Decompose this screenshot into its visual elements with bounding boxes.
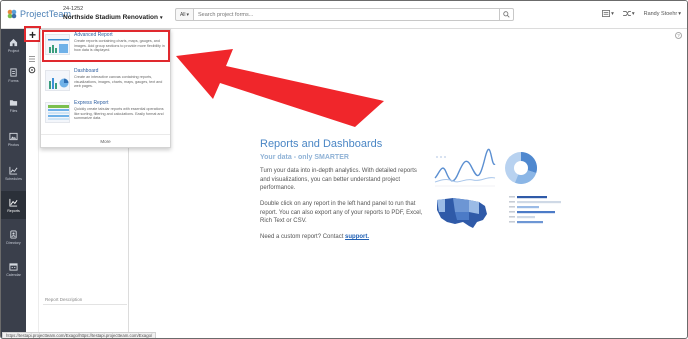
intro-paragraph: Turn your data into in-depth analytics. … [260,168,417,192]
menu-more-link[interactable]: More [41,139,170,144]
analytics-illustration [434,148,561,228]
nav-label: Schedules [5,176,22,181]
donut-chart-graphic [505,152,538,184]
search-bar: All ▾ [175,8,514,21]
home-icon [9,38,18,46]
menu-item-description: Quickly create tabular reports with esse… [74,107,164,121]
calendar-icon [9,262,18,271]
logo-mark-icon [7,9,17,19]
settings-icon[interactable] [28,66,36,74]
support-paragraph: Need a custom report? Contact support. [260,233,428,242]
nav-item-forms[interactable]: Forms [1,61,26,89]
project-selector[interactable]: 24-1252 Northside Stadium Renovation ▾ [63,6,163,21]
nav-item-schedules[interactable]: Schedules [1,159,26,187]
express-report-thumbnail [45,102,70,123]
nav-label: Photos [7,142,20,147]
caret-down-icon: ▾ [186,11,190,18]
nav-item-directory[interactable]: Directory [1,223,26,251]
search-scope-label: All [179,11,186,18]
highlight-box-advanced-report [42,30,170,62]
folder-icon [9,99,18,106]
nav-item-reports[interactable]: Reports [1,191,26,219]
top-bar: ProjectTeam 24-1252 Northside Stadium Re… [1,1,687,29]
photo-icon [9,132,18,140]
search-button[interactable] [500,8,514,21]
app-window: ProjectTeam 24-1252 Northside Stadium Re… [0,0,688,339]
caret-down-icon: ▾ [678,10,681,17]
dashboard-thumbnail [45,70,70,91]
nav-label: Project [7,48,20,53]
nav-label: Directory [6,240,21,245]
nav-label: Reports [7,208,20,213]
nav-label: Forms [8,78,19,83]
search-input[interactable] [194,8,500,21]
tasks-icon [602,10,610,17]
support-text: Need a custom report? Contact [260,234,346,240]
support-link[interactable]: support. [345,234,369,240]
instructions-paragraph: Double click on any report in the left h… [260,201,423,225]
help-icon[interactable]: ? [675,32,682,39]
user-menu[interactable]: Randy Stoehr ▾ [644,11,681,17]
search-icon [503,11,510,18]
search-scope-select[interactable]: All ▾ [175,8,194,21]
tasks-menu[interactable]: ▾ [602,10,614,17]
status-bar-url: https://testapi.projectteam.com/Exago/ht… [2,332,157,338]
app-logo[interactable]: ProjectTeam [7,9,71,19]
schedule-icon [9,166,18,175]
directory-icon [10,229,17,239]
menu-item-title: Express Report [74,100,109,106]
nav-item-project[interactable]: Project [1,31,26,59]
us-map-graphic [437,198,487,228]
page-title: Reports and Dashboards [260,138,383,150]
report-description-label: Report Description [45,297,83,302]
project-name-label: Northside Stadium Renovation [63,14,158,21]
divider [41,134,170,135]
left-nav: Project Forms Files Photos Schedules Rep… [1,29,26,338]
project-number: 24-1252 [63,6,84,12]
highlight-box-new-button [24,26,41,42]
caret-down-icon: ▾ [631,10,635,17]
caret-down-icon: ▾ [159,14,163,21]
nav-item-calendar[interactable]: Calendar [1,255,26,283]
list-icon[interactable] [28,55,36,63]
user-name: Randy Stoehr [643,10,678,17]
menu-item-title: Dashboard [74,68,99,74]
bar-chart-graphic [509,196,561,224]
menu-item-description: Create an interactive canvas containing … [74,75,163,89]
page-subtitle: Your data - only SMARTER [260,154,349,161]
line-chart-graphic [434,148,496,187]
caret-down-icon: ▾ [611,10,614,17]
nav-item-photos[interactable]: Photos [1,125,26,153]
nav-label: Calendar [6,272,21,277]
project-name[interactable]: Northside Stadium Renovation ▾ [63,14,163,21]
divider [43,304,127,305]
nav-label: Files [9,108,18,113]
panel-toolbar-column [26,29,39,333]
reports-icon [9,198,18,207]
nav-item-files[interactable]: Files [1,91,26,119]
forms-icon [10,67,17,77]
top-right-toolbar: ▾ ▾ Randy Stoehr ▾ [602,10,681,17]
menu-item-dashboard[interactable]: Dashboard Create an interactive canvas c… [45,68,169,98]
workflow-menu[interactable]: ▾ [622,10,635,17]
menu-item-express-report[interactable]: Express Report Quickly create tabular re… [45,100,169,130]
shuffle-icon [622,11,631,16]
